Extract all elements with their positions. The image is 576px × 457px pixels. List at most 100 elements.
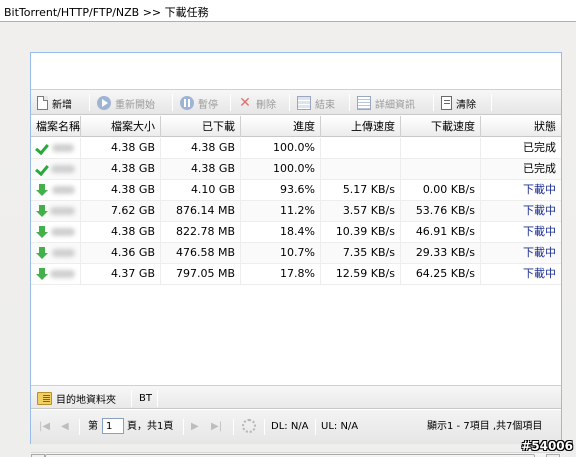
blurred-file-name	[50, 165, 75, 173]
tab-bt[interactable]: BT	[139, 390, 152, 406]
tab-destination-folder[interactable]: 目的地資料夾	[37, 390, 116, 406]
size-cell: 4.38 GB	[81, 159, 161, 179]
column-header-size[interactable]: 檔案大小	[81, 116, 161, 137]
last-page-icon[interactable]: ▶|	[211, 419, 222, 435]
title-bar: BitTorrent/HTTP/FTP/NZB >> 下載任務	[0, 0, 576, 22]
task-grid-body: 4.38 GB 4.38 GB 100.0% 已完成 4.38 GB 4.38 GB 100…	[31, 138, 561, 457]
download-arrow-icon	[35, 183, 49, 197]
pager-separator	[183, 419, 184, 435]
pagination-bar: |◀ ◀ 第 頁，共1頁 ▶ ▶| DL: N/A UL: N/A 顯示1 - …	[31, 410, 561, 444]
progress-cell: 17.8%	[241, 264, 321, 284]
download-speed-cell: 53.76 KB/s	[401, 201, 481, 221]
pause-button[interactable]: 暫停	[180, 94, 218, 112]
folder-icon	[37, 391, 52, 405]
new-button-label: 新增	[52, 99, 72, 111]
toolbar-separator	[491, 94, 492, 111]
resume-button[interactable]: 重新開始	[97, 94, 155, 112]
check-icon	[35, 141, 49, 155]
refresh-icon[interactable]	[242, 419, 256, 433]
column-header-status[interactable]: 狀態	[481, 116, 561, 137]
dl-speed-label: DL: N/A	[271, 421, 309, 432]
toolbar-separator	[89, 94, 90, 111]
horizontal-scrollbar[interactable]	[31, 452, 561, 457]
file-name-cell	[31, 264, 81, 284]
page-number-input[interactable]	[102, 418, 124, 434]
toolbar-separator	[433, 94, 434, 111]
download-speed-cell: 64.25 KB/s	[401, 264, 481, 284]
delete-button[interactable]: ✕ 刪除	[238, 94, 276, 112]
size-cell: 4.36 GB	[81, 243, 161, 263]
status-cell: 下載中	[523, 267, 556, 280]
progress-cell: 11.2%	[241, 201, 321, 221]
upload-speed-cell	[321, 138, 401, 158]
blurred-file-name	[50, 228, 75, 236]
next-page-icon[interactable]: ▶	[191, 419, 199, 435]
file-name-cell	[31, 159, 81, 179]
end-button[interactable]: 結束	[297, 94, 335, 112]
download-speed-cell: 0.00 KB/s	[401, 180, 481, 200]
progress-cell: 10.7%	[241, 243, 321, 263]
panel-header	[31, 53, 561, 89]
resume-button-label: 重新開始	[115, 99, 155, 111]
pager-separator	[315, 419, 316, 435]
progress-cell: 18.4%	[241, 222, 321, 242]
blurred-file-name	[49, 207, 75, 215]
download-speed-cell	[401, 138, 481, 158]
clear-button[interactable]: 清除	[441, 94, 476, 112]
size-cell: 4.38 GB	[81, 138, 161, 158]
downloaded-cell: 4.38 GB	[161, 138, 241, 158]
play-icon	[97, 96, 111, 110]
table-row[interactable]: 4.38 GB 4.38 GB 100.0% 已完成	[31, 159, 561, 180]
pager-separator	[264, 419, 265, 435]
progress-cell: 100.0%	[241, 138, 321, 158]
column-header-progress[interactable]: 進度	[241, 116, 321, 137]
new-button[interactable]: 新增	[37, 94, 72, 112]
file-name-cell	[31, 222, 81, 242]
upload-speed-cell: 3.57 KB/s	[321, 201, 401, 221]
downloaded-cell: 797.05 MB	[161, 264, 241, 284]
column-header-upload-speed[interactable]: 上傳速度	[321, 116, 401, 137]
column-header-download-speed[interactable]: 下載速度	[401, 116, 481, 137]
download-speed-cell	[401, 159, 481, 179]
details-button[interactable]: 詳細資訊	[357, 94, 415, 112]
size-cell: 4.38 GB	[81, 180, 161, 200]
size-cell: 4.38 GB	[81, 222, 161, 242]
status-cell: 已完成	[523, 141, 556, 154]
downloaded-cell: 876.14 MB	[161, 201, 241, 221]
status-cell: 已完成	[523, 162, 556, 175]
table-row[interactable]: 4.37 GB 797.05 MB 17.8% 12.59 KB/s 64.25 KB/…	[31, 264, 561, 285]
toolbar-separator	[230, 94, 231, 111]
blurred-file-name	[50, 270, 75, 278]
watermark: #54006	[521, 439, 573, 453]
download-speed-cell: 29.33 KB/s	[401, 243, 481, 263]
tab-separator	[131, 390, 132, 407]
details-list-icon	[357, 96, 371, 110]
tab-separator	[157, 390, 158, 407]
column-header-name[interactable]: 檔案名稱	[31, 116, 81, 137]
table-row[interactable]: 4.38 GB 4.38 GB 100.0% 已完成	[31, 138, 561, 159]
download-tasks-panel: 新增 重新開始 暫停 ✕ 刪除 結束 詳細資訊 清除 檔案名稱 檔案大小 已下載…	[30, 52, 562, 457]
download-arrow-icon	[35, 246, 49, 260]
status-cell: 下載中	[523, 225, 556, 238]
table-row[interactable]: 4.38 GB 822.78 MB 18.4% 10.39 KB/s 46.91 KB/…	[31, 222, 561, 243]
file-name-cell	[31, 243, 81, 263]
downloaded-cell: 4.10 GB	[161, 180, 241, 200]
column-header-downloaded[interactable]: 已下載	[161, 116, 241, 137]
upload-speed-cell	[321, 159, 401, 179]
new-document-icon	[37, 96, 48, 110]
upload-speed-cell: 7.35 KB/s	[321, 243, 401, 263]
prev-page-icon[interactable]: ◀	[61, 419, 69, 435]
table-row[interactable]: 4.36 GB 476.58 MB 10.7% 7.35 KB/s 29.33 KB/s…	[31, 243, 561, 264]
table-row[interactable]: 7.62 GB 876.14 MB 11.2% 3.57 KB/s 53.76 KB/s…	[31, 201, 561, 222]
download-speed-cell: 46.91 KB/s	[401, 222, 481, 242]
end-task-icon	[297, 96, 311, 110]
download-arrow-icon	[35, 267, 49, 281]
downloaded-cell: 476.58 MB	[161, 243, 241, 263]
table-row[interactable]: 4.38 GB 4.10 GB 93.6% 5.17 KB/s 0.00 KB/s 下載中	[31, 180, 561, 201]
clear-document-icon	[441, 96, 452, 110]
first-page-icon[interactable]: |◀	[39, 419, 50, 435]
tab-destination-label: 目的地資料夾	[56, 394, 116, 406]
status-cell: 下載中	[523, 246, 556, 259]
end-button-label: 結束	[315, 99, 335, 111]
size-cell: 4.37 GB	[81, 264, 161, 284]
